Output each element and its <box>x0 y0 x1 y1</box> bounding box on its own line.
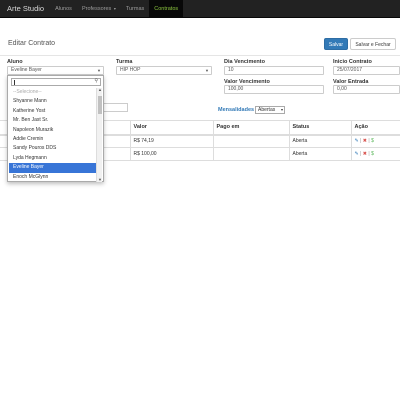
valor-entrada-input[interactable]: 0,00 <box>333 85 400 94</box>
pencil-icon[interactable]: ✎ <box>355 138 359 144</box>
dropdown-option[interactable]: Eveline Bayer <box>9 163 101 173</box>
action-separator: | <box>368 138 370 145</box>
cell-pago-em <box>213 134 290 148</box>
nav-turmas[interactable]: Turmas <box>121 0 149 18</box>
turma-select-value: HIP HOP <box>120 67 141 73</box>
aluno-select-value: Eveline Bayer <box>11 67 42 73</box>
col-header-pago-em: Pago em <box>213 120 290 136</box>
aluno-dropdown: ⚲ --Selecione-- Shyanne Mann Katherine Yos… <box>7 75 104 182</box>
chevron-down-icon: ▼ <box>205 68 209 73</box>
page-title: Editar Contrato <box>8 40 56 47</box>
turma-select[interactable]: HIP HOP ▼ <box>116 66 212 75</box>
cell-valor: R$ 100,00 <box>130 147 214 161</box>
cell-actions: ✎ | ✖ | $ <box>351 147 400 161</box>
nav-contratos[interactable]: Contratos <box>149 0 184 18</box>
turma-label: Turma <box>116 59 133 65</box>
cell-status: Aberta <box>289 134 352 148</box>
pencil-icon[interactable]: ✎ <box>355 151 359 157</box>
nav-professores-label: Professores <box>81 5 112 12</box>
chevron-down-icon: ▾ <box>280 107 283 112</box>
col-header-status: Status <box>289 120 352 136</box>
dropdown-option[interactable]: Addie Cremin <box>9 135 101 144</box>
action-separator: | <box>360 151 362 157</box>
inicio-contrato-input[interactable]: 25/07/2017 <box>333 66 400 75</box>
dropdown-option[interactable]: Lyda Hegmann <box>9 154 101 163</box>
text-cursor <box>14 80 15 85</box>
dia-vencimento-label: Dia Vencimento <box>224 59 265 65</box>
dropdown-option[interactable]: Napoleon Murazik <box>9 126 101 135</box>
dollar-icon[interactable]: $ <box>371 138 374 144</box>
search-icon: ⚲ <box>94 78 98 84</box>
action-separator: | <box>360 138 362 145</box>
cell-valor: R$ 74,19 <box>130 134 214 148</box>
action-separator: | <box>368 151 370 157</box>
dropdown-option[interactable]: Sandy Pouros DDS <box>9 144 101 153</box>
col-header-acao: Ação <box>351 120 400 136</box>
x-icon[interactable]: ✖ <box>363 151 367 157</box>
cell-status: Aberta <box>289 147 352 161</box>
scroll-down-icon[interactable]: ▼ <box>97 177 103 182</box>
dropdown-search-input[interactable]: ⚲ <box>11 78 101 86</box>
mensalidades-label: Mensalidades <box>218 107 255 113</box>
col-header-valor: Valor <box>130 120 214 136</box>
chevron-down-icon: ▼ <box>97 68 101 73</box>
dropdown-option[interactable]: Katherine Yost <box>9 107 101 116</box>
dia-vencimento-input[interactable]: 10 <box>224 66 324 75</box>
dropdown-option-placeholder[interactable]: --Selecione-- <box>9 88 101 97</box>
partial-input[interactable] <box>104 103 128 112</box>
navbar: Arte Studio Alunos Professores ▾ Turmas … <box>0 0 400 18</box>
cell-actions: ✎ | ✖ | $ <box>351 134 400 148</box>
aluno-select[interactable]: Eveline Bayer ▼ <box>7 66 104 75</box>
dropdown-scrollbar[interactable]: ▲ ▼ <box>96 87 103 182</box>
scroll-up-icon[interactable]: ▲ <box>97 87 103 92</box>
nav-alunos[interactable]: Alunos <box>50 0 77 18</box>
dollar-icon[interactable]: $ <box>371 151 374 157</box>
dropdown-option[interactable]: Enoch McGlynn <box>9 173 101 182</box>
dropdown-option[interactable]: Shyanne Mann <box>9 97 101 106</box>
aluno-label: Aluno <box>7 59 23 65</box>
dropdown-options-list: --Selecione-- Shyanne Mann Katherine Yost M… <box>9 88 101 182</box>
caret-down-icon: ▾ <box>113 5 116 11</box>
brand-link[interactable]: Arte Studio <box>0 0 50 18</box>
dropdown-option[interactable]: Mr. Ben Jast Sr. <box>9 116 101 125</box>
cell-pago-em <box>213 147 290 161</box>
inicio-contrato-label: Inicio Contrato <box>333 59 372 65</box>
nav-professores[interactable]: Professores ▾ <box>77 0 121 18</box>
save-close-button[interactable]: Salvar e Fechar <box>350 38 396 50</box>
save-button[interactable]: Salvar <box>324 38 348 50</box>
scrollbar-thumb[interactable] <box>98 96 102 114</box>
x-icon[interactable]: ✖ <box>363 138 367 144</box>
header-divider <box>0 55 400 56</box>
valor-vencimento-input[interactable]: 100,00 <box>224 85 324 94</box>
mensalidades-filter-select[interactable]: Abertas ▾ <box>255 106 285 114</box>
mensalidades-filter-value: Abertas <box>258 107 276 113</box>
